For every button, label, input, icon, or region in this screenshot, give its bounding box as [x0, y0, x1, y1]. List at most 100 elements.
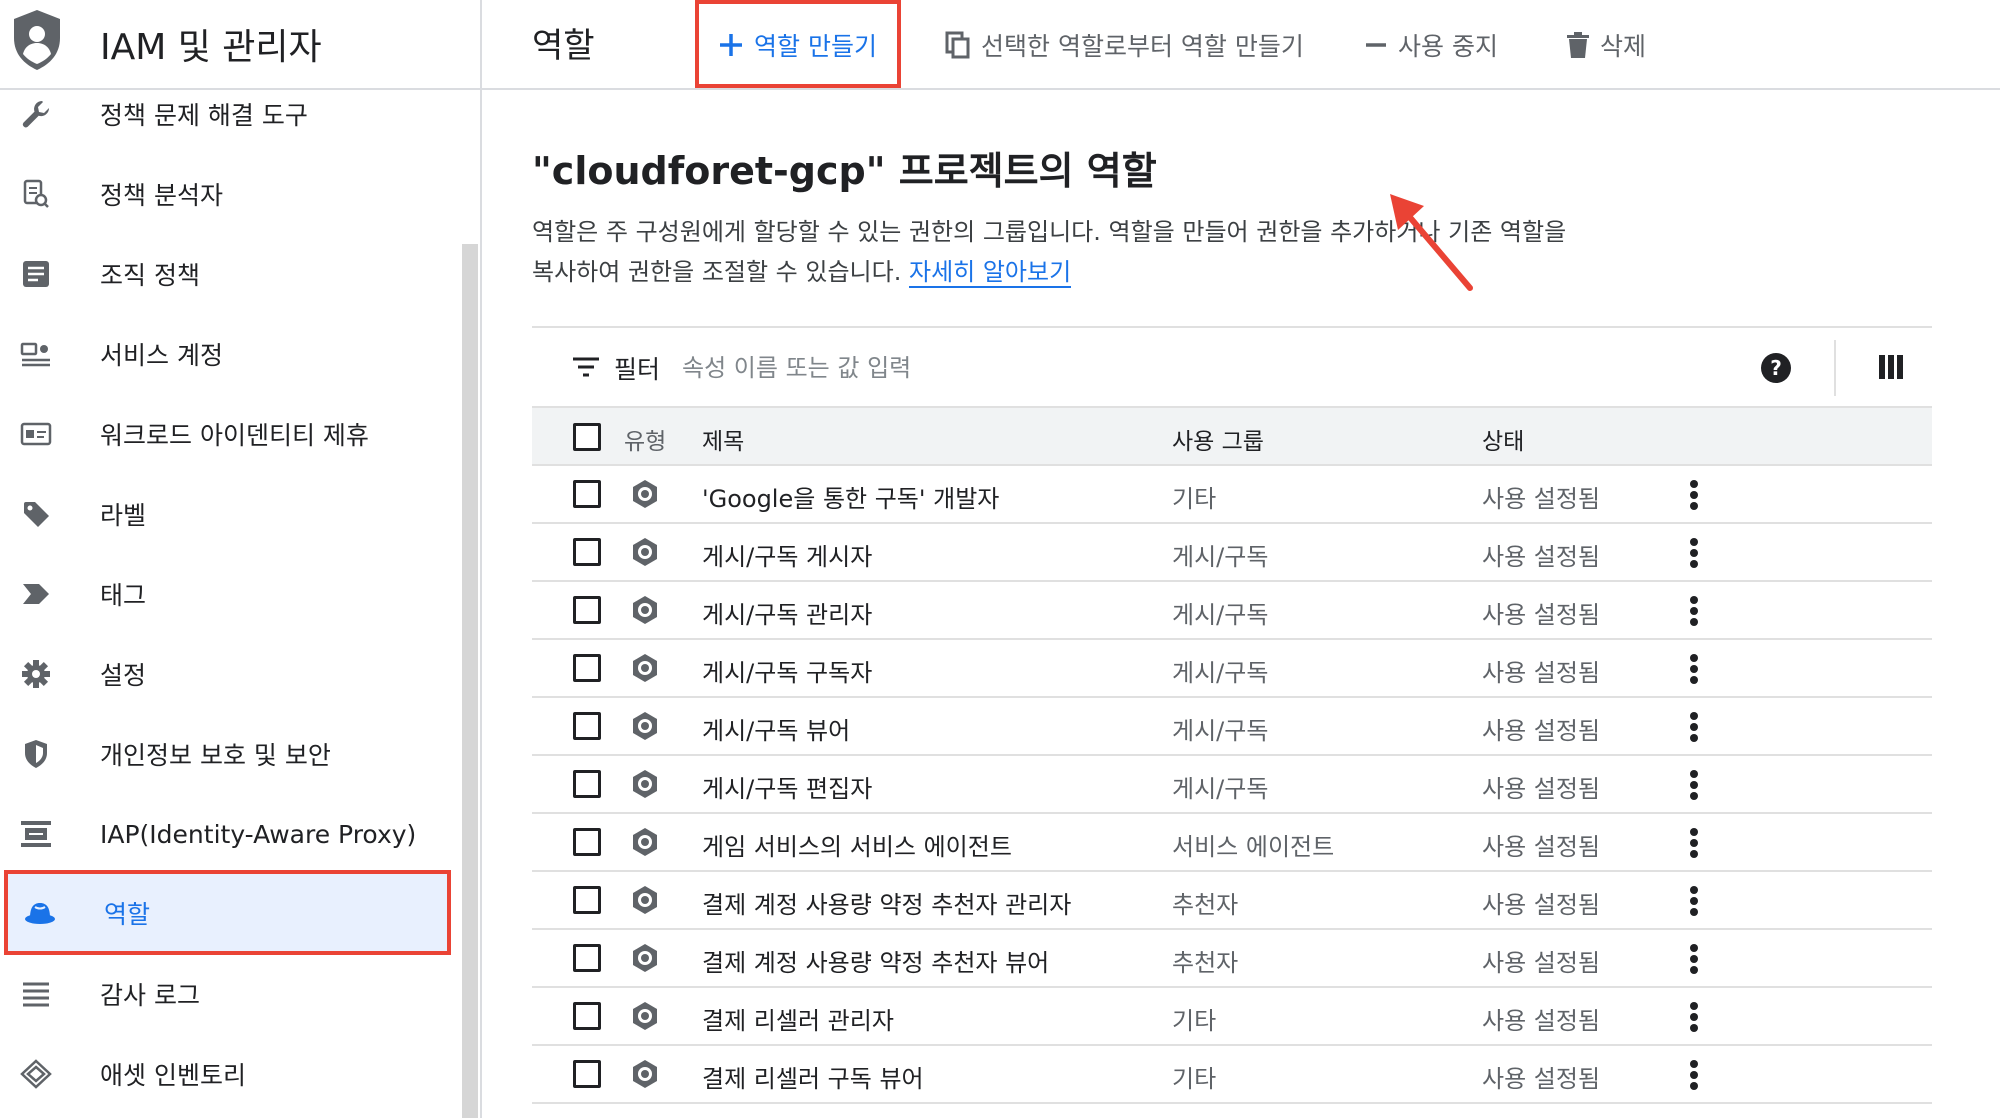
row-checkbox[interactable]	[573, 828, 601, 856]
column-header-status[interactable]: 상태	[1482, 422, 1524, 456]
role-status: 사용 설정됨	[1482, 543, 1601, 571]
row-checkbox[interactable]	[573, 654, 601, 682]
column-header-group[interactable]: 사용 그룹	[1172, 422, 1264, 456]
more-vert-icon[interactable]	[1682, 710, 1706, 744]
predefined-role-icon	[630, 827, 660, 861]
id-card-icon	[20, 418, 52, 450]
role-title[interactable]: 결제 리셀러 관리자	[702, 1001, 894, 1036]
row-checkbox[interactable]	[573, 770, 601, 798]
sidebar-item-audit-logs[interactable]: 감사 로그	[0, 954, 450, 1034]
iap-icon	[20, 818, 52, 850]
predefined-role-icon	[630, 653, 660, 687]
more-vert-icon[interactable]	[1682, 652, 1706, 686]
table-row[interactable]: 게시/구독 게시자 게시/구독 사용 설정됨	[532, 524, 1932, 582]
column-header-type[interactable]: 유형	[624, 422, 666, 456]
row-checkbox[interactable]	[573, 886, 601, 914]
sidebar-item-label: 역할	[104, 899, 151, 929]
table-row[interactable]: 게시/구독 관리자 게시/구독 사용 설정됨	[532, 582, 1932, 640]
column-header-title[interactable]: 제목	[702, 422, 744, 456]
table-header: 유형 제목 사용 그룹 상태	[532, 408, 1932, 466]
row-checkbox[interactable]	[573, 944, 601, 972]
roles-heading: "cloudforet-gcp" 프로젝트의 역할	[532, 149, 1157, 193]
more-vert-icon[interactable]	[1682, 536, 1706, 570]
sidebar-scrollbar[interactable]	[462, 244, 478, 1118]
sidebar-item-settings[interactable]: 설정	[0, 634, 450, 714]
delete-button[interactable]: 삭제	[1566, 0, 1646, 90]
role-title[interactable]: 게시/구독 뷰어	[702, 711, 850, 746]
table-row[interactable]: 'Google을 통한 구독' 개발자 기타 사용 설정됨	[532, 466, 1932, 524]
sidebar-item-label: 설정	[100, 661, 147, 690]
role-title[interactable]: 게시/구독 게시자	[702, 537, 872, 572]
role-status: 사용 설정됨	[1482, 659, 1601, 687]
predefined-role-icon	[630, 1059, 660, 1093]
role-title[interactable]: 결제 계정 사용량 약정 추천자 관리자	[702, 885, 1071, 920]
learn-more-link[interactable]: 자세히 알아보기	[908, 258, 1072, 288]
table-row[interactable]: 결제 리셀러 관리자 기타 사용 설정됨	[532, 988, 1932, 1046]
sidebar-item-policy-troubleshooter[interactable]: 정책 문제 해결 도구	[0, 74, 450, 154]
sidebar-item-label: 조직 정책	[100, 261, 200, 290]
role-title[interactable]: 게시/구독 편집자	[702, 769, 872, 804]
sidebar-item-labels[interactable]: 라벨	[0, 474, 450, 554]
role-group: 서비스 에이전트	[1172, 833, 1335, 861]
svg-text:?: ?	[1770, 356, 1782, 380]
trash-icon	[1566, 31, 1590, 59]
row-checkbox[interactable]	[573, 712, 601, 740]
tag-arrow-icon	[20, 578, 52, 610]
table-row[interactable]: 게시/구독 편집자 게시/구독 사용 설정됨	[532, 756, 1932, 814]
row-checkbox[interactable]	[573, 1060, 601, 1088]
role-status: 사용 설정됨	[1482, 1065, 1601, 1093]
predefined-role-icon	[630, 479, 660, 513]
sidebar-item-privacy-security[interactable]: 개인정보 보호 및 보안	[0, 714, 450, 794]
filter-input[interactable]	[680, 346, 1284, 390]
sidebar-item-org-policies[interactable]: 조직 정책	[0, 234, 450, 314]
list-lines-icon	[20, 978, 52, 1010]
sidebar-item-iap[interactable]: IAP(Identity-Aware Proxy)	[0, 794, 450, 874]
more-vert-icon[interactable]	[1682, 826, 1706, 860]
table-row[interactable]: 결제 리셀러 구독 뷰어 기타 사용 설정됨	[532, 1046, 1932, 1104]
more-vert-icon[interactable]	[1682, 478, 1706, 512]
table-row[interactable]: 결제 계정 사용량 약정 추천자 관리자 추천자 사용 설정됨	[532, 872, 1932, 930]
sidebar-item-workload-identity[interactable]: 워크로드 아이덴티티 제휴	[0, 394, 450, 474]
sidebar-item-asset-inventory[interactable]: 애셋 인벤토리	[0, 1034, 450, 1114]
role-title[interactable]: 게임 서비스의 서비스 에이전트	[702, 827, 1012, 862]
sidebar-item-label: IAP(Identity-Aware Proxy)	[100, 819, 417, 849]
sidebar-item-label: 애셋 인벤토리	[100, 1061, 246, 1090]
more-vert-icon[interactable]	[1682, 594, 1706, 628]
more-vert-icon[interactable]	[1682, 1058, 1706, 1092]
role-group: 추천자	[1172, 949, 1239, 977]
sidebar-item-label: 라벨	[100, 501, 147, 530]
role-group: 기타	[1172, 485, 1217, 513]
row-checkbox[interactable]	[573, 596, 601, 624]
shield-icon	[20, 738, 52, 770]
role-title[interactable]: 게시/구독 구독자	[702, 653, 872, 688]
row-checkbox[interactable]	[573, 1002, 601, 1030]
help-icon[interactable]: ?	[1760, 352, 1792, 388]
table-row[interactable]: 게임 서비스의 서비스 에이전트 서비스 에이전트 사용 설정됨	[532, 814, 1932, 872]
sidebar-item-service-accounts[interactable]: 서비스 계정	[0, 314, 450, 394]
role-title[interactable]: 게시/구독 관리자	[702, 595, 872, 630]
role-status: 사용 설정됨	[1482, 833, 1601, 861]
sidebar-item-roles[interactable]: 역할	[4, 870, 451, 955]
more-vert-icon[interactable]	[1682, 768, 1706, 802]
disable-button[interactable]: 사용 중지	[1364, 0, 1498, 90]
row-checkbox[interactable]	[573, 538, 601, 566]
table-row[interactable]: 게시/구독 뷰어 게시/구독 사용 설정됨	[532, 698, 1932, 756]
role-title[interactable]: 'Google을 통한 구독' 개발자	[702, 479, 999, 514]
create-from-selection-button[interactable]: 선택한 역할로부터 역할 만들기	[945, 0, 1304, 90]
more-vert-icon[interactable]	[1682, 1000, 1706, 1034]
role-title[interactable]: 결제 리셀러 구독 뷰어	[702, 1059, 924, 1094]
select-all-checkbox[interactable]	[573, 423, 601, 451]
filter-label: 필터	[614, 355, 661, 384]
sidebar-item-policy-analyzer[interactable]: 정책 분석자	[0, 154, 450, 234]
predefined-role-icon	[630, 1001, 660, 1035]
more-vert-icon[interactable]	[1682, 942, 1706, 976]
table-row[interactable]: 게시/구독 구독자 게시/구독 사용 설정됨	[532, 640, 1932, 698]
predefined-role-icon	[630, 769, 660, 803]
table-row[interactable]: 결제 계정 사용량 약정 추천자 뷰어 추천자 사용 설정됨	[532, 930, 1932, 988]
more-vert-icon[interactable]	[1682, 884, 1706, 918]
column-display-options-icon[interactable]	[1878, 354, 1904, 384]
row-checkbox[interactable]	[573, 480, 601, 508]
create-role-highlight-box	[695, 0, 901, 88]
sidebar-item-tags[interactable]: 태그	[0, 554, 450, 634]
role-title[interactable]: 결제 계정 사용량 약정 추천자 뷰어	[702, 943, 1049, 978]
